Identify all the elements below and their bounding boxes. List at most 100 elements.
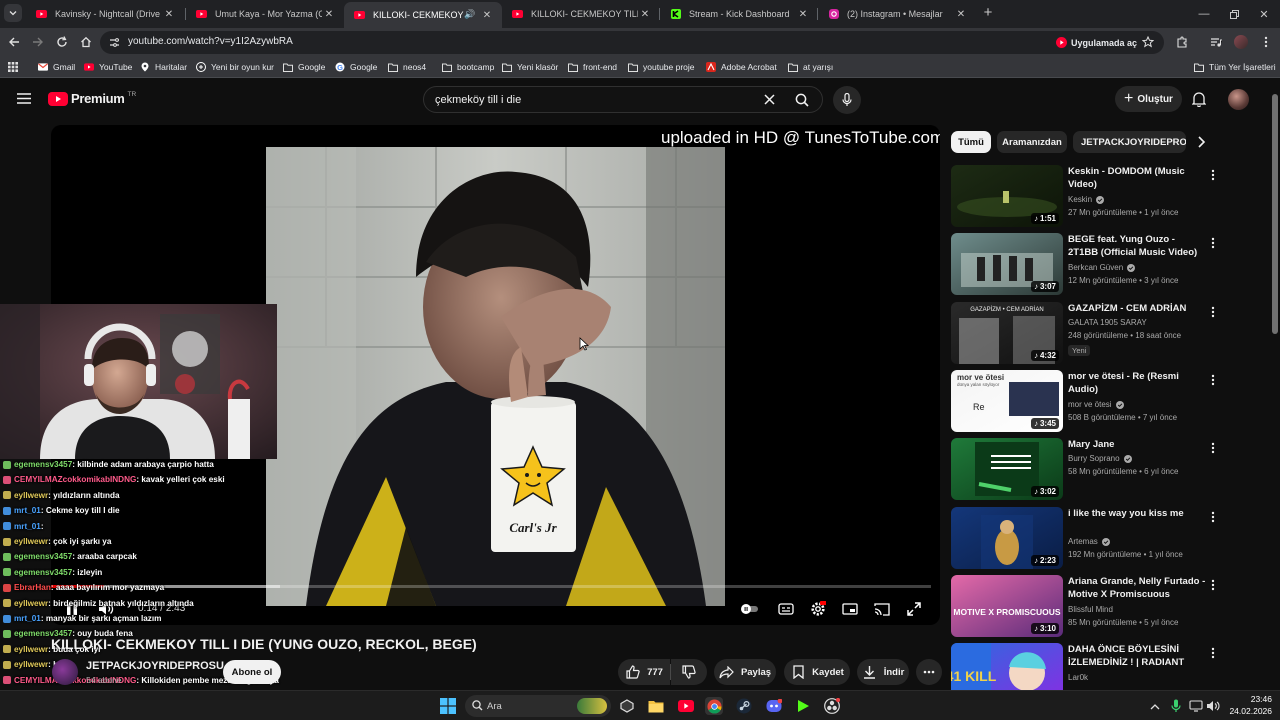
site-info-icon[interactable] [109,37,120,48]
more-actions-button[interactable] [916,659,942,685]
profile-avatar-button[interactable] [1233,34,1249,50]
browser-menu-button[interactable] [1258,34,1274,50]
video-thumbnail[interactable]: mor ve ötesi dünya yalan söylüyor Re ♪ 3:45 [951,370,1063,432]
browser-tab[interactable]: (2) Instagram • Mesajlar ✕ [818,2,976,26]
channel-name[interactable]: Blissful Mind [1068,605,1113,614]
browser-tab[interactable]: KILLOKI- CEKMEKOY TILL I DIE (YUNG✕ [502,2,660,26]
clear-search-button[interactable] [764,94,775,105]
recommended-video[interactable]: mor ve ötesi dünya yalan söylüyor Re ♪ 3:45 m… [951,370,1261,434]
recommended-video[interactable]: MOTIVE X PROMISCUOUS ♪ 3:10 Ariana Grande, … [951,575,1261,639]
channel-name[interactable]: Artemas [1068,537,1098,546]
chip-all[interactable]: Tümü [951,131,991,153]
video-thumbnail[interactable]: ♪ 3:07 [951,233,1063,295]
recommended-video[interactable]: ♪ 3:07 BEGE feat. Yung Ouzo - 2T1BB (Offic… [951,233,1261,297]
channel-name[interactable]: Keskin [1068,195,1092,204]
bookmark-item[interactable]: Yeni klasör [502,60,558,74]
tab-search-button[interactable] [4,4,22,22]
youtube-app-button[interactable] [677,697,695,715]
bookmark-item[interactable]: Haritalar [140,60,187,74]
video-title[interactable]: i like the way you kiss me [1068,507,1206,520]
discord-button[interactable] [765,697,783,715]
bookmark-item[interactable]: Gmail [38,60,75,74]
browser-tab[interactable]: Umut Kaya - Mor Yazma (Official)✕ [186,2,344,26]
url-text[interactable]: youtube.com/watch?v=y1I2AzywbRA [128,36,293,47]
bookmark-item[interactable]: Google [283,60,325,74]
chips-next-button[interactable] [1196,135,1206,149]
channel-name[interactable]: JETPACKJOYRIDEPROSU [86,660,224,672]
bookmark-item[interactable]: YouTube [84,60,132,74]
show-hidden-icons-button[interactable] [1146,697,1164,715]
close-tab-icon[interactable]: ✕ [162,7,176,21]
page-scrollbar[interactable] [1270,80,1280,690]
bookmark-item[interactable]: bootcamp [442,60,494,74]
recommended-video[interactable]: GAZAPİZM • CEM ADRİAN ♪ 4:32 GAZAPİZM - CEM… [951,302,1261,366]
channel-name[interactable]: Burry Soprano [1068,454,1120,463]
channel-avatar[interactable] [52,659,78,685]
media-controls-button[interactable] [1208,34,1224,50]
create-button[interactable]: + Oluştur [1115,86,1182,112]
scrollbar-thumb[interactable] [1272,94,1278,334]
tab-audio-icon[interactable]: 🔊 [464,9,476,21]
recommended-video[interactable]: ♪ 2:23 i like the way you kiss me Artemas 19… [951,507,1261,571]
back-button[interactable] [6,34,22,50]
save-button[interactable]: Kaydet [784,659,850,685]
video-title[interactable]: Mary Jane [1068,438,1206,451]
kick-app-button[interactable] [794,697,812,715]
bookmark-item[interactable]: front-end [568,60,617,74]
fullscreen-button[interactable] [905,600,923,618]
apps-button[interactable] [8,60,18,74]
open-in-app-button[interactable]: Uygulamada aç [1050,34,1143,51]
video-title[interactable]: Ariana Grande, Nelly Furtado - Motive X … [1068,575,1206,601]
video-menu-button[interactable] [1206,645,1220,661]
channel-name[interactable]: Berkcan Güven [1068,263,1123,272]
account-avatar[interactable] [1228,89,1249,110]
video-title[interactable]: GAZAPİZM - CEM ADRİAN [1068,302,1206,315]
extensions-button[interactable] [1174,34,1190,50]
search-input[interactable]: çekmeköy till i die [435,94,521,106]
start-button[interactable] [439,697,457,715]
obs-button[interactable] [823,697,841,715]
bookmark-item[interactable]: at yarışı [788,60,833,74]
address-bar[interactable]: youtube.com/watch?v=y1I2AzywbRA Uygulama… [100,31,1164,54]
video-thumbnail[interactable]: ♪ 3:02 [951,438,1063,500]
video-menu-button[interactable] [1206,440,1220,456]
recommended-video[interactable]: ♪ 3:02 Mary Jane Burry Soprano 58 Mn görüntü… [951,438,1261,502]
hamburger-menu-button[interactable] [17,93,31,104]
chrome-button[interactable] [705,697,723,715]
bookmark-item[interactable]: neos4 [388,60,426,74]
steam-button[interactable] [735,697,753,715]
bookmark-item[interactable]: Yeni bir oyun kur [196,60,274,74]
video-title[interactable]: mor ve ötesi - Re (Resmi Audio) [1068,370,1206,396]
download-button[interactable]: İndir [857,659,909,685]
close-tab-icon[interactable]: ✕ [638,7,652,21]
bookmark-item[interactable]: youtube proje [628,60,695,74]
subscribe-button[interactable]: Abone ol [223,660,281,684]
video-title[interactable]: DAHA ÖNCE BÖYLESİNİ İZLEMEDİNİZ ! | RADI… [1068,643,1206,669]
chip-channel[interactable]: JETPACKJOYRIDEPROSU [1073,131,1186,153]
video-thumbnail[interactable]: ♪ 1:51 [951,165,1063,227]
youtube-premium-logo[interactable]: Premium TR [48,91,136,106]
bookmark-item[interactable]: G Google [335,60,377,74]
video-menu-button[interactable] [1206,577,1220,593]
browser-tab[interactable]: Stream - Kick Dashboard ✕ [660,2,818,26]
bookmark-item[interactable]: Adobe Acrobat [706,60,777,74]
search-box[interactable]: çekmeköy till i die [423,86,823,113]
notifications-button[interactable] [1192,91,1206,107]
chip-from-search[interactable]: Aramanızdan [997,131,1067,153]
video-menu-button[interactable] [1206,167,1220,183]
video-menu-button[interactable] [1206,235,1220,251]
reload-button[interactable] [54,34,70,50]
browser-tab[interactable]: KILLOKI- CEKMEKOY TILL I DIE🔊 ✕ [344,2,502,28]
maximize-button[interactable] [1226,6,1242,22]
taskbar-clock-time[interactable]: 23:46 [1228,694,1272,704]
close-tab-icon[interactable]: ✕ [322,7,336,21]
video-thumbnail[interactable]: ♪ 2:23 [951,507,1063,569]
dislike-button[interactable] [671,659,707,685]
cast-button[interactable] [873,600,891,618]
network-button[interactable] [1187,697,1205,715]
video-thumbnail[interactable]: GAZAPİZM • CEM ADRİAN ♪ 4:32 [951,302,1063,364]
video-title[interactable]: BEGE feat. Yung Ouzo - 2T1BB (Official M… [1068,233,1206,259]
taskbar-search[interactable]: Ara [465,695,611,717]
close-tab-icon[interactable]: ✕ [480,8,494,22]
video-menu-button[interactable] [1206,509,1220,525]
